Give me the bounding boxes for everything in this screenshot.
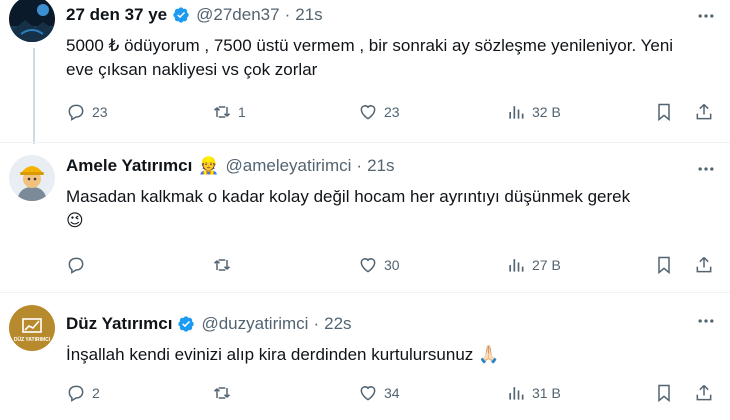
share-button[interactable] — [694, 255, 714, 275]
retweet-button[interactable]: 1 — [212, 102, 246, 122]
bookmark-button[interactable] — [654, 255, 674, 275]
share-button[interactable] — [694, 383, 714, 403]
bookmark-button[interactable] — [654, 383, 674, 403]
views-chart-icon — [509, 387, 524, 400]
share-icon — [696, 256, 712, 273]
reply-icon — [68, 257, 84, 274]
views-chart-icon — [509, 106, 524, 119]
views-chart-icon — [509, 259, 524, 272]
views-count: 32 B — [532, 104, 561, 120]
heart-icon — [360, 386, 376, 401]
more-dots-icon[interactable] — [696, 311, 716, 331]
like-button[interactable]: 30 — [358, 255, 400, 275]
share-icon — [696, 103, 712, 120]
tweet-feed: 27 den 37 ye @27den37 · 21s 5000 ₺ ödüyo… — [0, 0, 730, 420]
verified-badge-icon — [173, 7, 189, 23]
like-button[interactable]: 34 — [358, 383, 400, 403]
avatar[interactable] — [9, 155, 55, 201]
author-handle[interactable]: @ameleyatirimci — [226, 155, 352, 177]
avatar[interactable]: DÜZ YATIRIMCI — [9, 305, 55, 351]
views-count: 27 B — [532, 257, 561, 273]
retweet-icon — [213, 387, 231, 399]
bookmark-icon — [658, 384, 670, 403]
retweet-icon — [213, 106, 231, 118]
share-button[interactable] — [694, 102, 714, 122]
tweet-text: İnşallah kendi evinizi alıp kira derdind… — [66, 343, 700, 367]
timestamp[interactable]: 21s — [367, 155, 394, 177]
worker-emoji-icon: 👷 — [198, 156, 220, 175]
heart-icon — [360, 258, 376, 273]
praying-hands-emoji-icon: 🙏🏻 — [478, 345, 500, 364]
tweet-text-body: İnşallah kendi evinizi alıp kira derdind… — [66, 345, 474, 364]
like-count: 30 — [384, 257, 400, 273]
timestamp[interactable]: 21s — [295, 4, 322, 26]
bookmark-icon — [658, 256, 670, 275]
tweet-text-body: Masadan kalkmak o kadar kolay değil hoca… — [66, 187, 631, 206]
reply-icon — [68, 385, 84, 402]
tweet-3[interactable]: DÜZ YATIRIMCI Düz Yatırımcı @duzyatirimc… — [0, 293, 730, 420]
retweet-icon — [213, 259, 231, 271]
reply-icon — [68, 104, 84, 121]
wink-emoji-icon: 😉 — [66, 211, 84, 230]
reply-count: 2 — [92, 385, 100, 401]
tweet-text: Masadan kalkmak o kadar kolay değil hoca… — [66, 185, 700, 233]
verified-badge-icon — [178, 316, 195, 332]
tweet-1[interactable]: 27 den 37 ye @27den37 · 21s 5000 ₺ ödüyo… — [0, 0, 730, 144]
avatar[interactable] — [9, 0, 55, 42]
author-name[interactable]: Düz Yatırımcı — [66, 313, 172, 335]
more-dots-icon[interactable] — [696, 6, 716, 26]
retweet-button[interactable] — [212, 255, 238, 275]
author-handle[interactable]: @duzyatirimci — [201, 313, 308, 335]
like-count: 34 — [384, 385, 400, 401]
tweet-text: 5000 ₺ ödüyorum , 7500 üstü vermem , bir… — [66, 36, 674, 79]
like-count: 23 — [384, 104, 400, 120]
views-count: 31 B — [532, 385, 561, 401]
bookmark-icon — [658, 103, 670, 122]
reply-button[interactable]: 23 — [66, 102, 108, 122]
heart-icon — [360, 105, 376, 120]
thread-line — [33, 48, 35, 144]
reply-count: 23 — [92, 104, 108, 120]
author-name[interactable]: 27 den 37 ye — [66, 4, 167, 26]
author-name[interactable]: Amele Yatırımcı — [66, 155, 192, 177]
separator-dot: · — [284, 5, 291, 24]
bookmark-button[interactable] — [654, 102, 674, 122]
separator-dot: · — [313, 314, 320, 333]
share-icon — [696, 384, 712, 401]
retweet-button[interactable] — [212, 383, 238, 403]
more-dots-icon[interactable] — [696, 159, 716, 179]
views-button[interactable]: 32 B — [506, 102, 561, 122]
views-button[interactable]: 27 B — [506, 255, 561, 275]
like-button[interactable]: 23 — [358, 102, 400, 122]
separator-dot: · — [356, 156, 363, 175]
reply-button[interactable]: 2 — [66, 383, 100, 403]
reply-button[interactable] — [66, 255, 92, 275]
retweet-count: 1 — [238, 104, 246, 120]
author-handle[interactable]: @27den37 — [196, 4, 279, 26]
tweet-2[interactable]: Amele Yatırımcı 👷 @ameleyatirimci · 21s … — [0, 143, 730, 293]
views-button[interactable]: 31 B — [506, 383, 561, 403]
avatar-logo-text: DÜZ YATIRIMCI — [14, 336, 51, 343]
timestamp[interactable]: 22s — [324, 313, 351, 335]
